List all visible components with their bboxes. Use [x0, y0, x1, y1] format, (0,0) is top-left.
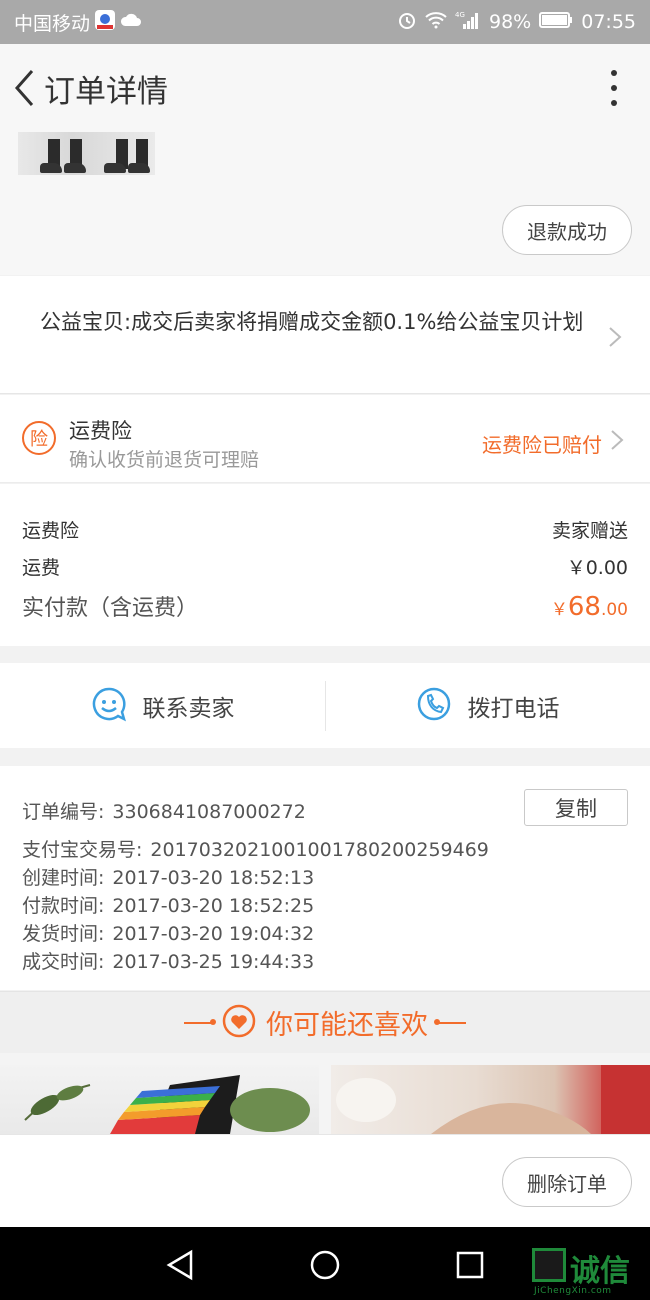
fee-label: 运费	[22, 557, 61, 579]
call-phone-button[interactable]: 拨打电话	[325, 663, 650, 748]
wifi-icon	[425, 11, 447, 34]
recommend-grid	[0, 1053, 650, 1134]
carrier-label: 中国移动	[14, 12, 91, 35]
order-info-section: 订单编号: 3306841087000272 复制 支付宝交易号: 20170320…	[0, 766, 650, 990]
call-phone-label: 拨打电话	[467, 695, 560, 722]
product-area: 退款成功	[0, 132, 650, 275]
fee-label: 运费险	[22, 520, 80, 542]
chevron-right-icon	[610, 429, 624, 451]
recommend-item-image[interactable]	[331, 1065, 650, 1134]
fee-row-insurance: 运费险 卖家赠送	[22, 516, 628, 543]
nav-recents-icon[interactable]	[450, 1245, 490, 1285]
nav-back-icon[interactable]	[160, 1245, 200, 1285]
battery-percent: 98%	[489, 11, 532, 33]
order-number: 3306841087000272	[112, 801, 306, 823]
recommend-title: 你可能还喜欢	[266, 1010, 428, 1041]
shipped-time-line: 发货时间: 2017-03-20 19:04:32	[22, 923, 315, 945]
chevron-right-icon	[608, 326, 622, 348]
alipay-number: 2017032021001001780200259469	[150, 839, 489, 861]
bottom-bar: 删除订单	[0, 1134, 650, 1227]
back-arrow-icon[interactable]	[4, 66, 44, 110]
recommend-item-image[interactable]	[0, 1065, 319, 1134]
fee-row-shipping: 运费 ￥0.00	[22, 553, 628, 580]
more-options-icon[interactable]	[608, 70, 620, 106]
decorative-line	[184, 1018, 216, 1025]
alipay-number-line: 支付宝交易号: 2017032021001001780200259469	[22, 839, 489, 861]
completed-time-line: 成交时间: 2017-03-25 19:44:33	[22, 951, 315, 973]
decorative-line	[434, 1018, 466, 1025]
contact-seller-label: 联系卖家	[142, 695, 235, 722]
battery-icon	[539, 11, 573, 34]
fee-value: 卖家赠送	[551, 520, 628, 542]
watermark-text: 诚信	[570, 1254, 630, 1289]
copy-button[interactable]: 复制	[524, 789, 628, 826]
watermark-box-icon	[532, 1248, 566, 1282]
heart-icon	[222, 1004, 256, 1042]
order-number-line: 订单编号: 3306841087000272	[22, 801, 306, 823]
watermark-logo: 诚信 JiChengXin.com	[532, 1246, 644, 1298]
page-title: 订单详情	[44, 73, 168, 110]
clock-time: 07:55	[581, 11, 636, 33]
alarm-icon	[397, 10, 417, 35]
insurance-status: 运费险已赔付	[482, 433, 602, 457]
created-time-line: 创建时间: 2017-03-20 18:52:13	[22, 867, 315, 889]
svg-text:4G: 4G	[455, 11, 465, 19]
insurance-icon: 险	[22, 421, 56, 455]
nav-home-icon[interactable]	[305, 1245, 345, 1285]
paid-time-line: 付款时间: 2017-03-20 18:52:25	[22, 895, 315, 917]
fees-section: 运费险 卖家赠送 运费 ￥0.00 实付款（含运费） ￥68.00	[0, 484, 650, 646]
fee-value: ￥0.00	[566, 557, 628, 579]
paid-label: 实付款（含运费）	[22, 596, 199, 621]
charity-row[interactable]: 公益宝贝:成交后卖家将捐赠成交金额0.1%给公益宝贝计划	[0, 276, 650, 394]
insurance-row[interactable]: 险 运费险 确认收货前退货可理赔 运费险已赔付	[0, 395, 650, 483]
contact-seller-button[interactable]: 联系卖家	[0, 663, 325, 748]
phone-icon	[416, 686, 452, 726]
header: 订单详情	[0, 44, 650, 132]
chat-icon	[91, 686, 127, 726]
insurance-title: 运费险	[69, 419, 132, 443]
product-thumbnail[interactable]	[18, 132, 155, 175]
charity-text: 公益宝贝:成交后卖家将捐赠成交金额0.1%给公益宝贝计划	[40, 310, 584, 334]
fee-row-paid: 实付款（含运费） ￥68.00	[22, 590, 628, 622]
status-bar: 中国移动 4G 98% 07:55	[0, 0, 650, 44]
insurance-subtitle: 确认收货前退货可理赔	[69, 449, 260, 471]
cloud-icon	[120, 11, 142, 33]
signal-icon: 4G	[455, 10, 481, 35]
delete-order-button[interactable]: 删除订单	[502, 1157, 632, 1207]
contact-section: 联系卖家 拨打电话	[0, 663, 650, 748]
watermark-subtext: JiChengXin.com	[534, 1286, 612, 1296]
refund-status-button[interactable]: 退款成功	[502, 205, 632, 255]
recommend-header: 你可能还喜欢	[0, 991, 650, 1053]
app-notification-icon	[94, 9, 116, 36]
paid-amount: ￥68.00	[550, 592, 628, 622]
